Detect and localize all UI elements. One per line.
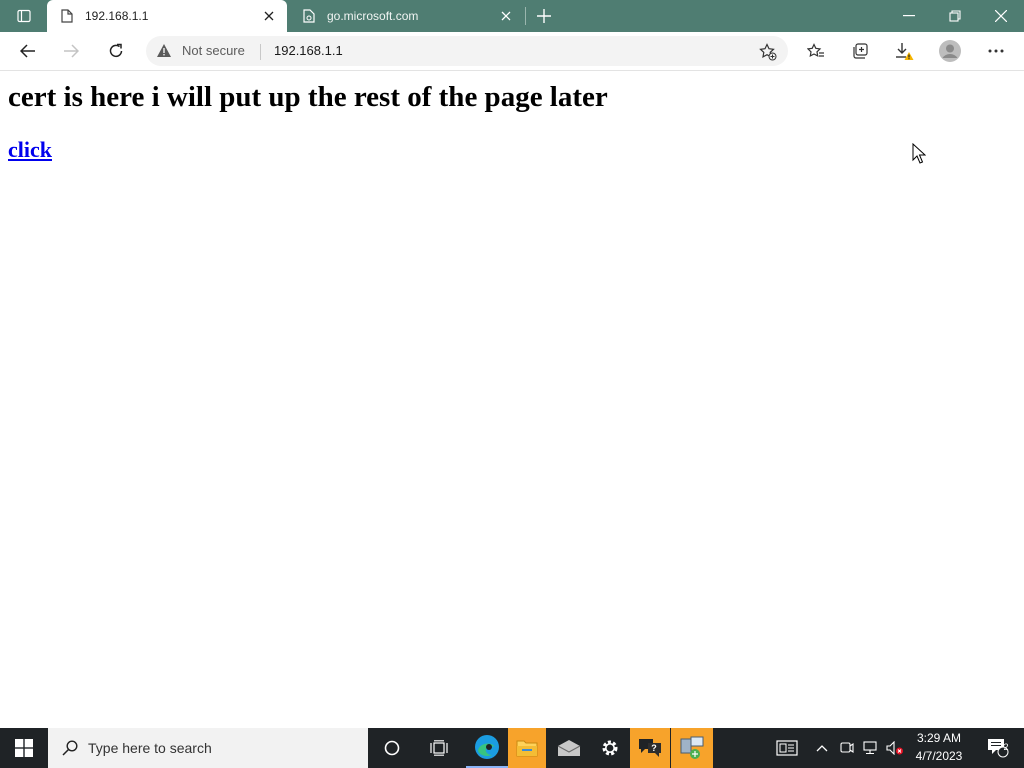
browser-toolbar: Not secure 192.168.1.1 xyxy=(0,32,1024,71)
gear-icon xyxy=(602,740,618,756)
volume-muted-icon xyxy=(886,741,903,755)
address-bar[interactable]: Not secure 192.168.1.1 xyxy=(146,36,788,66)
back-arrow-icon xyxy=(20,44,35,58)
chevron-up-icon xyxy=(816,745,828,752)
browser-title-bar: 192.168.1.1 go.microsoft.com xyxy=(0,0,1024,32)
forward-arrow-icon xyxy=(64,44,79,58)
favorites-button[interactable] xyxy=(799,34,833,68)
tab-divider xyxy=(525,7,526,25)
profile-button[interactable] xyxy=(933,34,967,68)
warning-icon[interactable] xyxy=(156,43,172,63)
edge-browser-icon xyxy=(475,735,499,759)
tray-network-button[interactable] xyxy=(860,728,882,768)
address-divider xyxy=(260,44,261,60)
news-widget-button[interactable] xyxy=(770,728,804,768)
clock-date: 4/7/2023 xyxy=(915,749,963,763)
refresh-button[interactable] xyxy=(99,34,133,68)
search-placeholder: Type here to search xyxy=(88,740,212,756)
favorites-icon xyxy=(807,43,824,57)
taskbar-clock[interactable]: 3:29 AM 4/7/2023 xyxy=(904,729,974,765)
tab-close-icon[interactable] xyxy=(494,4,518,28)
news-icon xyxy=(776,740,798,756)
avatar-icon xyxy=(939,40,961,62)
help-chat-icon: ? xyxy=(639,739,661,757)
download-warning-icon xyxy=(896,43,914,60)
page-heading: cert is here i will put up the rest of t… xyxy=(8,81,608,113)
tab-actions-button[interactable] xyxy=(12,6,36,26)
forward-button[interactable] xyxy=(54,34,88,68)
notification-center-button[interactable]: 2 xyxy=(978,728,1018,768)
task-view-button[interactable] xyxy=(418,728,460,768)
cortana-icon xyxy=(384,740,400,756)
cortana-button[interactable] xyxy=(371,728,413,768)
tab-title: 192.168.1.1 xyxy=(85,9,149,23)
search-icon xyxy=(62,740,78,756)
add-favorite-button[interactable] xyxy=(756,40,780,64)
task-view-icon xyxy=(430,740,448,756)
downloads-button[interactable] xyxy=(887,34,921,68)
plus-icon xyxy=(537,9,551,23)
taskbar-network-app-button[interactable] xyxy=(671,728,713,768)
page-content: cert is here i will put up the rest of t… xyxy=(0,71,1024,728)
taskbar-search-box[interactable]: Type here to search xyxy=(48,728,368,768)
more-dots-icon xyxy=(988,49,1004,53)
back-button[interactable] xyxy=(11,34,45,68)
close-icon xyxy=(995,10,1007,22)
notification-count-badge: 2 xyxy=(1003,742,1009,752)
taskbar-help-chat-button[interactable]: ? xyxy=(630,728,670,768)
show-hidden-icons-button[interactable] xyxy=(810,728,834,768)
mail-icon xyxy=(557,740,581,756)
restore-icon xyxy=(949,10,961,22)
settings-more-button[interactable] xyxy=(979,34,1013,68)
network-icon xyxy=(863,741,877,755)
tab-actions-icon xyxy=(17,9,31,23)
security-status-label[interactable]: Not secure xyxy=(182,43,245,58)
close-window-button[interactable] xyxy=(978,0,1024,32)
windows-logo-icon xyxy=(15,739,33,757)
taskbar-settings-button[interactable] xyxy=(590,728,630,768)
tab-go-microsoft-com[interactable]: go.microsoft.com xyxy=(289,0,524,32)
new-tab-button[interactable] xyxy=(532,4,556,28)
network-app-icon xyxy=(680,736,704,759)
tab-title: go.microsoft.com xyxy=(327,9,419,23)
minimize-icon xyxy=(903,15,915,17)
meet-now-icon xyxy=(840,742,854,754)
star-add-icon xyxy=(759,43,777,61)
windows-taskbar: Type here to search ? 3:29 AM 4/7/2023 2 xyxy=(0,728,1024,768)
page-icon xyxy=(59,8,75,24)
tray-meet-now-button[interactable] xyxy=(836,728,858,768)
tab-close-icon[interactable] xyxy=(257,4,281,28)
svg-text:?: ? xyxy=(651,743,657,753)
taskbar-mail-button[interactable] xyxy=(549,728,589,768)
collections-button[interactable] xyxy=(843,34,877,68)
taskbar-file-explorer-button[interactable] xyxy=(508,728,546,768)
minimize-button[interactable] xyxy=(886,0,932,32)
mouse-cursor-icon xyxy=(912,142,927,169)
folder-icon xyxy=(516,740,538,757)
taskbar-edge-button[interactable] xyxy=(466,728,508,768)
tray-volume-button[interactable] xyxy=(884,728,906,768)
refresh-icon xyxy=(109,43,123,58)
page-loading-icon xyxy=(301,8,317,24)
click-link[interactable]: click xyxy=(8,137,52,163)
start-button[interactable] xyxy=(0,728,48,768)
collections-icon xyxy=(853,43,868,59)
tab-192-168-1-1[interactable]: 192.168.1.1 xyxy=(47,0,287,32)
clock-time: 3:29 AM xyxy=(916,731,962,745)
url-text[interactable]: 192.168.1.1 xyxy=(274,43,343,58)
restore-button[interactable] xyxy=(932,0,978,32)
